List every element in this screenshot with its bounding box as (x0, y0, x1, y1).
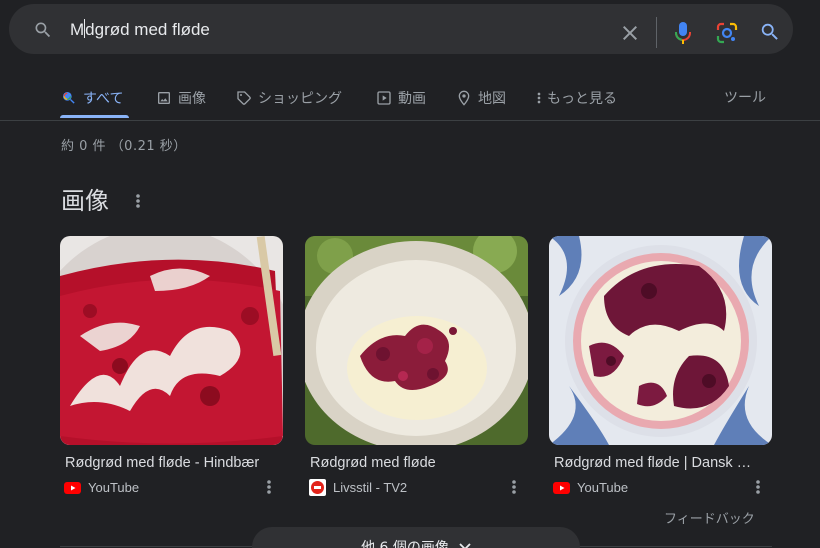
tab-videos[interactable]: 動画 (376, 87, 426, 109)
image-card-source[interactable]: YouTube (553, 479, 628, 496)
image-thumbnail[interactable] (549, 236, 772, 445)
tab-videos-label: 動画 (398, 91, 426, 107)
search-input[interactable]: Mdgrød med fløde (70, 19, 210, 40)
red-porridge-bowl-image (60, 236, 283, 445)
image-card-source-name: YouTube (88, 480, 140, 495)
image-result-card[interactable]: Rødgrød med fløde - Hindbær YouTube (60, 236, 283, 495)
tab-maps-label: 地図 (478, 91, 506, 107)
youtube-icon (64, 479, 81, 496)
microphone-icon[interactable] (673, 20, 693, 46)
active-tab-indicator (60, 115, 129, 118)
tab-shopping[interactable]: ショッピング (236, 87, 342, 109)
youtube-icon (553, 479, 570, 496)
image-card-source-name: Livsstil - TV2 (333, 480, 408, 495)
query-text-start: M (70, 20, 85, 39)
tab-maps[interactable]: 地図 (456, 87, 506, 109)
search-icon (35, 22, 51, 38)
image-result-card[interactable]: Rødgrød med fløde Livsstil - TV2 (305, 236, 528, 496)
tab-more-label: もっと見る (547, 91, 617, 107)
chevron-down-icon (459, 543, 471, 548)
tab-images-label: 画像 (178, 91, 206, 107)
tab-images[interactable]: 画像 (156, 87, 206, 109)
tabs-divider (0, 120, 820, 121)
search-submit-icon[interactable] (759, 21, 781, 43)
feedback-link[interactable]: フィードバック (664, 508, 755, 527)
search-divider (656, 17, 657, 48)
card-more-icon[interactable] (754, 478, 762, 496)
image-card-source-name: YouTube (577, 480, 629, 495)
clear-icon[interactable] (618, 21, 642, 45)
images-section-title: 画像 (61, 187, 109, 215)
more-images-button[interactable]: 他 6 個の画像 (252, 527, 580, 548)
tab-shopping-label: ショッピング (258, 91, 342, 107)
camera-lens-icon[interactable] (715, 21, 739, 45)
section-menu-icon[interactable] (134, 192, 142, 210)
more-images-label: 他 6 個の画像 (361, 540, 449, 548)
query-text-end: dgrød med fløde (85, 20, 210, 39)
tv2-icon (309, 479, 326, 496)
result-stats: 約 0 件 （0.21 秒） (61, 139, 187, 154)
play-icon (377, 91, 391, 105)
image-result-card[interactable]: Rødgrød med fløde | Dansk opskrift YouTu… (549, 236, 772, 495)
tag-icon (237, 91, 251, 105)
map-pin-icon (458, 90, 470, 106)
image-card-source[interactable]: Livsstil - TV2 (309, 479, 407, 496)
image-thumbnail[interactable] (305, 236, 528, 445)
card-more-icon[interactable] (510, 478, 518, 496)
image-icon (158, 92, 170, 104)
image-card-title[interactable]: Rødgrød med fløde - Hindbær (65, 455, 270, 471)
google-search-icon (63, 92, 75, 104)
cream-bowl-image (305, 236, 528, 445)
tools-button[interactable]: ツール (724, 87, 766, 107)
tab-all[interactable]: すべて (61, 87, 123, 109)
image-card-title[interactable]: Rødgrød med fløde | Dansk opskrift (554, 455, 759, 471)
porcelain-bowl-image (549, 236, 772, 445)
search-bar[interactable]: Mdgrød med fløde (9, 4, 793, 54)
card-more-icon[interactable] (265, 478, 273, 496)
search-tabs: すべて 画像 ショッピング 動画 地図 もっと見る (0, 74, 820, 120)
image-card-source[interactable]: YouTube (64, 479, 139, 496)
more-vert-icon (537, 92, 541, 104)
tab-more[interactable]: もっと見る (534, 87, 617, 109)
image-thumbnail[interactable] (60, 236, 283, 445)
tab-all-label: すべて (83, 91, 124, 107)
image-card-title[interactable]: Rødgrød med fløde (310, 455, 515, 471)
